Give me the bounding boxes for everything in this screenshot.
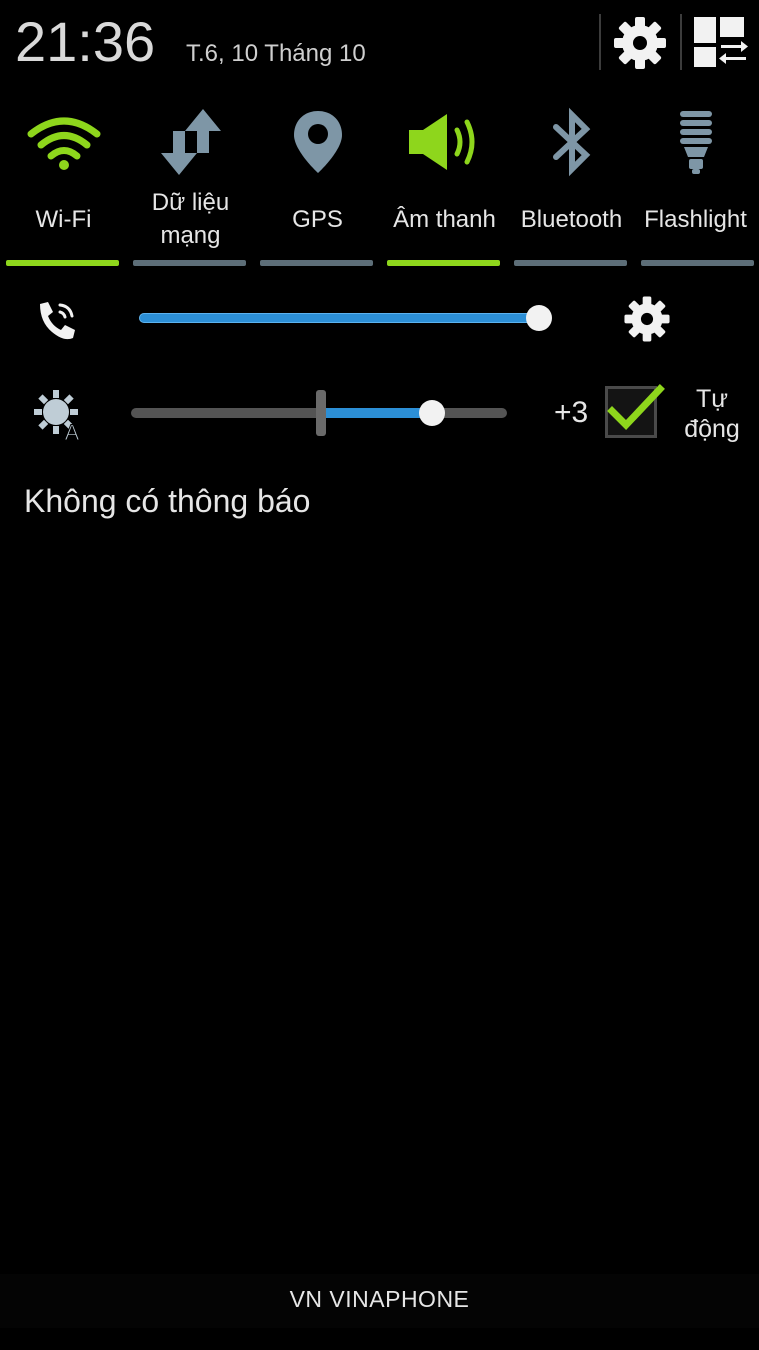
auto-brightness-label-line1: Tự: [695, 385, 728, 413]
edit-toggles-button[interactable]: [685, 10, 755, 76]
brightness-value: +3: [554, 396, 589, 429]
toggle-indicator: [6, 260, 119, 266]
settings-button[interactable]: [605, 10, 675, 76]
date: T.6, 10 Tháng 10: [186, 40, 366, 67]
toggle-indicator: [133, 260, 246, 266]
svg-text:A: A: [65, 420, 80, 440]
toggle-label: Wi-Fi: [35, 206, 92, 233]
no-notifications-text: Không có thông báo: [24, 483, 311, 519]
brightness-center-mark: [316, 390, 326, 436]
bluetooth-icon: [552, 107, 590, 177]
toggle-flashlight[interactable]: Flashlight: [632, 96, 759, 271]
auto-brightness-checkbox[interactable]: [605, 384, 665, 438]
toggle-indicator: [641, 260, 754, 266]
toggle-label: Bluetooth: [520, 206, 623, 233]
gear-icon: [614, 17, 666, 69]
toggle-wifi[interactable]: Wi-Fi: [0, 96, 127, 271]
toggle-label-line1: Dữ liệu: [151, 189, 230, 216]
clock: 21:36: [15, 10, 156, 73]
toggle-label: GPS: [292, 206, 343, 233]
brightness-slider-thumb[interactable]: [418, 400, 445, 426]
volume-slider-thumb[interactable]: [526, 305, 552, 331]
call-volume-icon: [34, 298, 80, 347]
toggle-label-line2: mạng: [160, 222, 221, 249]
volume-row: [0, 290, 759, 350]
toggle-mobile-data[interactable]: Dữ liệu mạng: [127, 96, 254, 271]
toggle-gps[interactable]: GPS: [254, 96, 381, 271]
volume-icon: [408, 114, 474, 170]
brightness-row: A +3 Tự động: [0, 380, 759, 452]
volume-slider-fill: [139, 313, 539, 323]
location-pin-icon: [293, 111, 342, 173]
auto-brightness-label-line2: động: [684, 415, 740, 443]
toggle-label: Âm thanh: [393, 206, 496, 233]
notification-shade: 21:36 T.6, 10 Tháng 10 Wi-Fi Dữ liệu mạn…: [0, 0, 759, 1350]
toggle-indicator: [514, 260, 627, 266]
header-divider: [599, 14, 601, 70]
brightness-slider-fill: [319, 408, 432, 418]
toggle-label: Flashlight: [644, 206, 747, 233]
header-divider: [680, 14, 682, 70]
auto-brightness-icon: A: [32, 388, 84, 446]
status-header: 21:36 T.6, 10 Tháng 10: [0, 0, 759, 86]
carrier-label: VN VINAPHONE: [289, 1286, 470, 1312]
wifi-icon: [27, 117, 100, 170]
toggle-bluetooth[interactable]: Bluetooth: [508, 96, 635, 271]
gear-icon: [624, 296, 670, 342]
toggle-sound[interactable]: Âm thanh: [381, 96, 508, 271]
volume-slider-track[interactable]: [139, 313, 539, 323]
grid-edit-icon: [694, 17, 748, 67]
mobile-data-icon: [160, 109, 221, 175]
flashlight-icon: [679, 111, 712, 174]
sound-settings-button[interactable]: [621, 293, 673, 350]
check-icon: [607, 384, 665, 431]
quick-toggles: Wi-Fi Dữ liệu mạng GPS Âm thanh Bluetoot…: [0, 96, 759, 271]
toggle-indicator: [387, 260, 500, 266]
toggle-indicator: [260, 260, 373, 266]
